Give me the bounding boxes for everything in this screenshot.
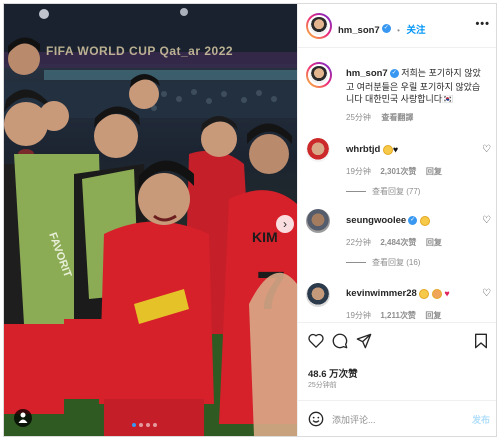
comment-likes[interactable]: 1,211次赞	[380, 311, 416, 320]
comment-username[interactable]: seungwoolee	[346, 215, 406, 226]
view-replies-label: 查看回复 (16)	[372, 258, 421, 267]
commenter-avatar[interactable]	[306, 283, 330, 307]
author-avatar[interactable]	[306, 13, 332, 39]
comment-icon[interactable]	[332, 333, 348, 349]
view-replies-toggle[interactable]: 查看回复 (16)	[346, 257, 420, 268]
replies-line	[346, 262, 366, 263]
verified-badge-icon: ✓	[389, 69, 399, 79]
comment-time: 19分钟	[346, 167, 371, 176]
header-user-line: hm_son7 ✓ • 关注	[338, 20, 425, 38]
comment-username[interactable]: whrbtjd	[346, 144, 380, 155]
carousel-dot	[146, 423, 150, 427]
carousel-dot	[139, 423, 143, 427]
comment-likes[interactable]: 2,484次赞	[380, 238, 416, 247]
reply-button[interactable]: 回复	[425, 311, 441, 320]
comment-emoji-text: ♥	[444, 288, 450, 299]
reply-button[interactable]: 回复	[426, 238, 442, 247]
replies-line	[346, 191, 366, 192]
photo-banner-text: FIFA WORLD CUP Qat_ar 2022	[46, 44, 234, 58]
caption-avatar[interactable]	[306, 62, 332, 88]
smiling-face-emoji-icon	[419, 288, 430, 299]
view-replies-label: 查看回复 (77)	[372, 187, 421, 196]
bookmark-icon[interactable]	[474, 333, 488, 349]
smiling-face-emoji-icon	[382, 144, 393, 155]
comment-item: whrbtjd ♥	[346, 144, 486, 155]
more-options-button[interactable]: •••	[475, 18, 490, 30]
verified-badge-icon: ✓	[408, 216, 418, 226]
likes-count[interactable]: 48.6 万次赞	[308, 366, 358, 380]
post-header: hm_son7 ✓ • 关注 •••	[298, 4, 496, 48]
user-tag-button[interactable]	[14, 409, 32, 427]
comment-likes[interactable]: 2,301次赞	[380, 167, 416, 176]
comment-item: kevinwimmer28 ♥	[346, 288, 486, 299]
comment-emoji-text: ♥	[392, 144, 399, 155]
post-caption: hm_son7 ✓ 저희는 포기하지 않았고 여러분들은 우릴 포기하지 않았습니…	[346, 67, 486, 124]
post-photo[interactable]: KIM 7 FAVORIT	[4, 4, 297, 436]
comment-input[interactable]: 添加评论...	[332, 413, 376, 426]
photo-illustration: KIM 7 FAVORIT	[4, 4, 297, 436]
smiley-icon[interactable]	[308, 411, 324, 427]
separator-dot: •	[397, 26, 400, 35]
author-username[interactable]: hm_son7	[338, 25, 380, 36]
commenter-avatar[interactable]	[306, 209, 330, 233]
caption-username[interactable]: hm_son7	[346, 68, 388, 79]
post-comment-button[interactable]: 发布	[472, 413, 490, 426]
comment-like-icon[interactable]: ♡	[482, 144, 491, 155]
comment-like-icon[interactable]: ♡	[482, 288, 491, 299]
chevron-right-icon: ›	[283, 217, 287, 231]
svg-text:KIM: KIM	[252, 229, 278, 245]
reply-button[interactable]: 回复	[426, 167, 442, 176]
follow-button[interactable]: 关注	[406, 25, 425, 36]
caption-time: 25分钟	[346, 112, 371, 122]
comment-meta: 19分钟 2,301次赞 回复	[346, 161, 442, 179]
comment-username[interactable]: kevinwimmer28	[346, 288, 417, 299]
verified-badge-icon: ✓	[381, 24, 391, 34]
post-dialog: KIM 7 FAVORIT	[3, 3, 497, 437]
translate-link[interactable]: 查看翻譯	[381, 113, 413, 122]
comment-like-icon[interactable]: ♡	[482, 215, 491, 226]
post-side-panel: hm_son7 ✓ • 关注 ••• hm_son7 ✓ 저희는 포기하지 않았고 …	[297, 4, 496, 436]
comment-time: 22分钟	[346, 238, 371, 247]
caption-meta: 25分钟 查看翻譯	[346, 111, 486, 125]
comment-time: 19分钟	[346, 311, 371, 320]
heart-icon[interactable]	[308, 333, 324, 348]
carousel-indicator	[132, 423, 157, 427]
carousel-dot	[132, 423, 136, 427]
view-replies-toggle[interactable]: 查看回复 (77)	[346, 186, 420, 197]
comment-item: seungwoolee ✓	[346, 215, 486, 226]
carousel-next-button[interactable]: ›	[276, 215, 294, 233]
carousel-dot	[153, 423, 157, 427]
grinning-face-emoji-icon	[431, 288, 442, 299]
posted-time: 25分钟前	[308, 382, 337, 389]
post-action-bar: 48.6 万次赞 25分钟前	[298, 322, 496, 389]
comment-meta: 19分钟 1,211次赞 回复	[346, 305, 441, 323]
comment-meta: 22分钟 2,484次赞 回复	[346, 232, 442, 250]
send-icon[interactable]	[356, 333, 372, 349]
user-tag-icon	[18, 412, 28, 423]
add-comment-bar: 添加评论... 发布	[298, 400, 496, 436]
commenter-avatar[interactable]	[306, 138, 330, 162]
smiling-face-emoji-icon	[419, 215, 430, 226]
